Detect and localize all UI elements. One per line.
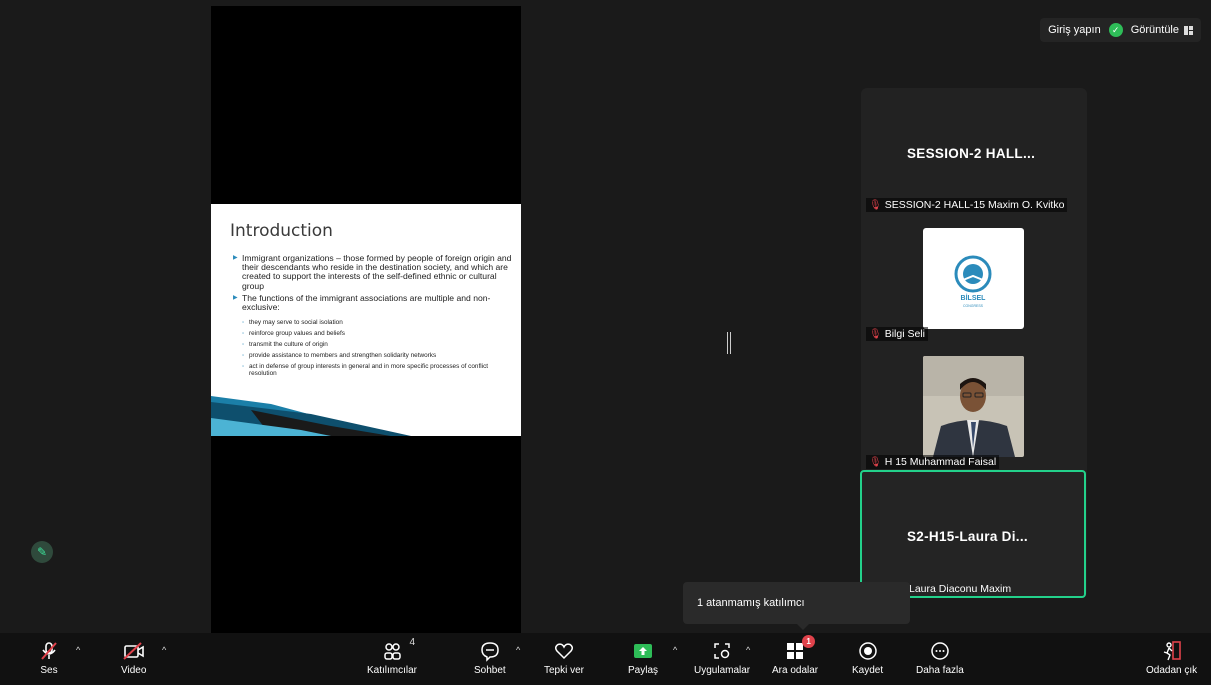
share-options-chevron-icon[interactable]: ^ bbox=[673, 645, 677, 655]
mic-muted-icon bbox=[41, 642, 57, 660]
slide-decoration bbox=[211, 396, 411, 436]
more-icon bbox=[931, 642, 949, 660]
video-options-chevron-icon[interactable]: ^ bbox=[162, 645, 166, 655]
leave-room-button[interactable]: Odadan çık bbox=[1146, 639, 1197, 676]
share-screen-icon bbox=[634, 644, 652, 658]
annotate-pencil-icon[interactable]: ✎ bbox=[31, 541, 53, 563]
slide-subbullet: ◦ act in defense of group interests in ge… bbox=[242, 363, 489, 378]
more-button[interactable]: Daha fazla bbox=[916, 639, 964, 676]
view-label: Görüntüle bbox=[1130, 24, 1179, 36]
audio-options-chevron-icon[interactable]: ^ bbox=[76, 645, 80, 655]
participant-logo: BİLSEL CONGRESS bbox=[923, 228, 1024, 329]
tooltip-arrow bbox=[796, 623, 810, 630]
slide-bullet: ▶ The functions of the immigrant associat… bbox=[233, 292, 491, 313]
leave-room-icon bbox=[1163, 641, 1181, 661]
heart-icon bbox=[554, 643, 574, 660]
participant-tile-title: S2-H15-Laura Di... bbox=[907, 529, 1028, 544]
unassigned-tooltip: 1 atanmamış katılımcı bbox=[683, 582, 910, 624]
record-icon bbox=[858, 642, 877, 660]
breakout-rooms-button[interactable]: 1 Ara odalar bbox=[772, 635, 818, 676]
slide-subbullet: ◦ transmit the culture of origin bbox=[242, 341, 328, 349]
shared-slide: Introduction ▶ Immigrant organizations – … bbox=[211, 204, 521, 436]
participant-video bbox=[923, 356, 1024, 457]
view-button[interactable]: Görüntüle bbox=[1131, 24, 1193, 36]
chat-icon bbox=[481, 642, 499, 662]
react-button[interactable]: Tepki ver bbox=[544, 639, 584, 676]
slide-title: Introduction bbox=[230, 221, 333, 241]
participant-photo bbox=[923, 356, 1024, 457]
participants-count: 4 bbox=[409, 637, 415, 648]
mic-muted-icon: 🎙 bbox=[869, 328, 882, 340]
share-button[interactable]: Paylaş bbox=[628, 639, 658, 676]
slide-bullet: ▶ Immigrant organizations – those formed … bbox=[233, 253, 512, 291]
audio-button[interactable]: Ses bbox=[38, 639, 60, 676]
slide-subbullet: ◦ reinforce group values and beliefs bbox=[242, 330, 345, 338]
video-button[interactable]: Video bbox=[121, 639, 146, 676]
grid-view-icon bbox=[1184, 25, 1193, 35]
participants-button[interactable]: 4 Katılımcılar bbox=[367, 637, 417, 676]
participant-name-label: 🎙 SESSION-2 HALL-15 Maxim O. Kvitko bbox=[866, 198, 1068, 212]
slide-subbullet: ◦ they may serve to social isolation bbox=[242, 319, 343, 327]
shield-check-icon[interactable]: ✓ bbox=[1108, 23, 1123, 37]
participant-tile-title: SESSION-2 HALL... bbox=[907, 146, 1036, 161]
record-button[interactable]: Kaydet bbox=[852, 639, 883, 676]
participant-name-label: 🎙 H 15 Muhammad Faisal bbox=[866, 455, 1000, 469]
video-off-icon bbox=[123, 642, 144, 660]
mic-muted-icon: 🎙 bbox=[869, 199, 882, 211]
slide-subbullet: ◦ provide assistance to members and stren… bbox=[242, 352, 437, 360]
apps-icon bbox=[714, 643, 730, 659]
participant-name-label: 🎙 Bilgi Seli bbox=[866, 327, 928, 341]
meeting-toolbar: Ses ^ Video ^ 4 Katılımcılar Sohbet ^ Te… bbox=[0, 633, 1211, 685]
breakout-badge: 1 bbox=[802, 635, 816, 648]
apps-button[interactable]: Uygulamalar bbox=[694, 639, 750, 676]
mic-muted-icon: 🎙 bbox=[869, 456, 882, 468]
chat-button[interactable]: Sohbet bbox=[474, 639, 506, 676]
bilsel-logo-icon: BİLSEL CONGRESS bbox=[954, 255, 992, 308]
signin-link[interactable]: Giriş yapın bbox=[1048, 24, 1101, 36]
participant-name-label: Laura Diaconu Maxim bbox=[909, 583, 1012, 595]
panel-resize-handle[interactable] bbox=[727, 332, 731, 354]
top-bar: Giriş yapın ✓ Görüntüle bbox=[1040, 18, 1201, 42]
chat-options-chevron-icon[interactable]: ^ bbox=[516, 645, 520, 655]
svg-text:BİLSEL: BİLSEL bbox=[961, 294, 987, 302]
participants-icon bbox=[384, 643, 401, 660]
apps-options-chevron-icon[interactable]: ^ bbox=[746, 645, 750, 655]
svg-text:CONGRESS: CONGRESS bbox=[963, 304, 984, 308]
